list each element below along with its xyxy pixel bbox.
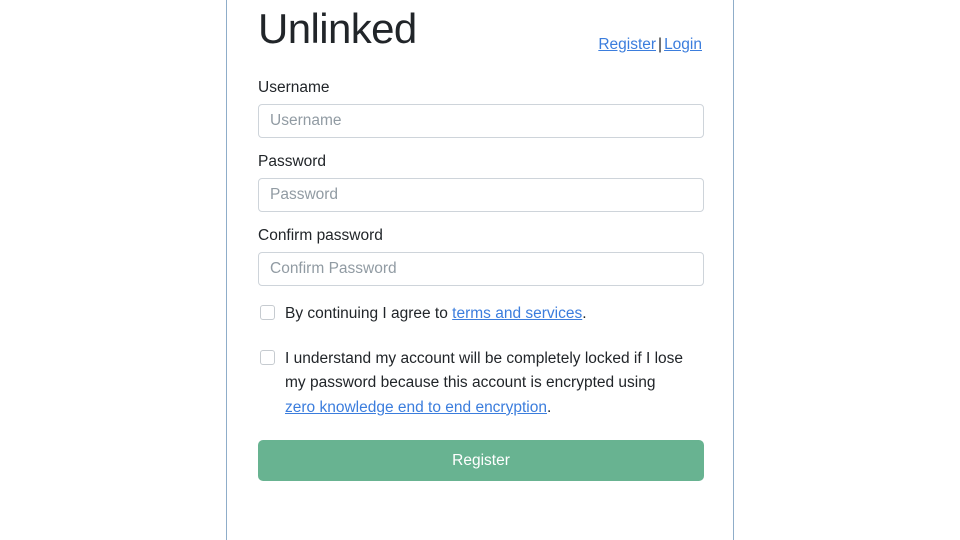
terms-checkbox-row: By continuing I agree to terms and servi… — [258, 302, 702, 327]
register-link[interactable]: Register — [598, 36, 656, 53]
confirm-password-label: Confirm password — [258, 227, 383, 245]
terms-checkbox-text: By continuing I agree to terms and servi… — [285, 302, 587, 327]
encryption-checkbox[interactable] — [260, 349, 275, 365]
encryption-text-after: . — [546, 398, 552, 416]
confirm-password-field-group: Confirm password — [258, 226, 704, 287]
brand-title: Unlinked — [258, 5, 417, 52]
encryption-checkbox-text: I understand my account will be complete… — [285, 347, 687, 421]
login-link[interactable]: Login — [664, 36, 702, 53]
header-nav: Register | Login — [598, 36, 702, 54]
terms-and-services-link[interactable]: terms and services — [452, 305, 582, 322]
confirm-password-input[interactable] — [258, 252, 704, 287]
page-root: Unlinked Register|Login Username Passwor… — [0, 0, 960, 540]
nav-separator: | — [658, 36, 663, 53]
terms-checkbox[interactable] — [260, 305, 275, 321]
username-input[interactable] — [258, 104, 704, 139]
username-label: Username — [258, 79, 330, 96]
password-label: Password — [258, 153, 327, 171]
encryption-checkbox-row: I understand my account will be complete… — [258, 347, 702, 421]
terms-text-after: . — [582, 305, 587, 323]
registration-card: Unlinked Register|Login Username Passwor… — [226, 0, 734, 540]
zero-knowledge-encryption-link[interactable]: zero knowledge end to end encryption — [285, 399, 547, 416]
encryption-text-before: I understand my account will be complete… — [285, 349, 684, 392]
password-input[interactable] — [258, 178, 704, 213]
terms-text-before: By continuing I agree to — [285, 305, 453, 323]
page-header: Unlinked Register | Login — [258, 0, 702, 78]
password-field-group: Password — [258, 152, 704, 213]
username-field-group: Username — [258, 78, 704, 139]
register-submit-button[interactable]: Register — [258, 440, 704, 482]
